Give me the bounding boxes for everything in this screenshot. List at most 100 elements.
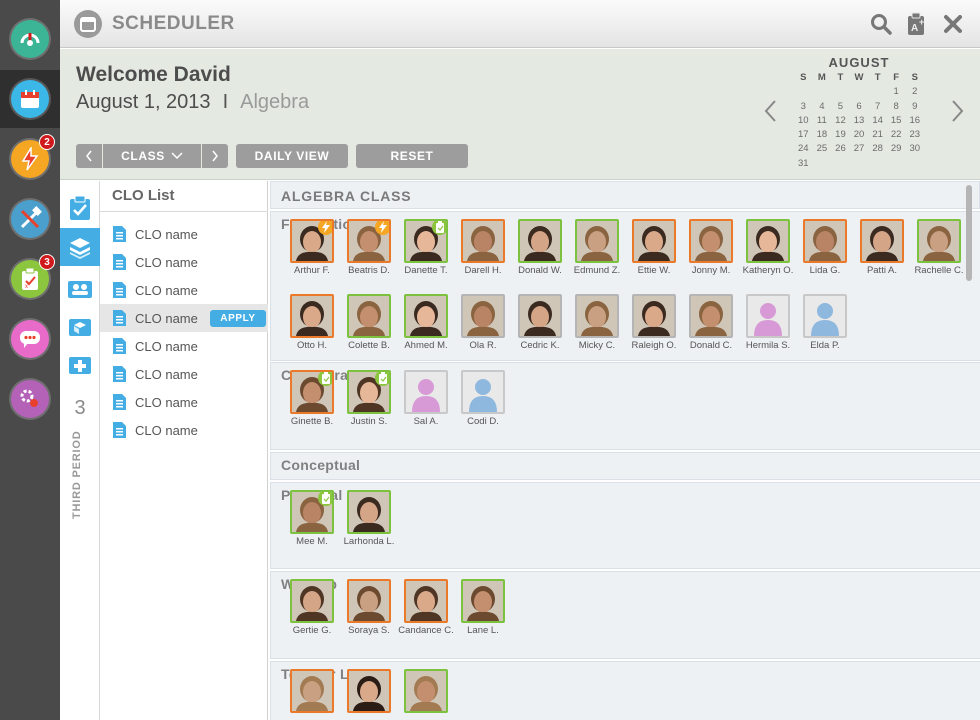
student-card[interactable]: Codi D. bbox=[455, 370, 511, 427]
calendar-day[interactable]: 28 bbox=[868, 142, 887, 156]
calendar-day[interactable]: 21 bbox=[868, 128, 887, 142]
calendar-day[interactable]: 27 bbox=[850, 142, 869, 156]
student-card[interactable] bbox=[284, 669, 340, 713]
calendar-day[interactable]: 18 bbox=[813, 128, 832, 142]
calendar-day[interactable]: 11 bbox=[813, 114, 832, 128]
student-card[interactable] bbox=[398, 669, 454, 713]
calendar-day[interactable]: 29 bbox=[887, 142, 906, 156]
calendar-next-button[interactable] bbox=[948, 97, 968, 125]
student-card[interactable]: Micky C. bbox=[569, 294, 625, 351]
next-class-button[interactable] bbox=[202, 144, 228, 168]
clo-list-item[interactable]: CLO name bbox=[100, 220, 268, 248]
student-card[interactable]: Darell H. bbox=[455, 219, 511, 276]
calendar-day[interactable]: 26 bbox=[831, 142, 850, 156]
student-card[interactable]: Gertie G. bbox=[284, 579, 340, 636]
group-button[interactable] bbox=[60, 269, 100, 307]
calendar-day[interactable]: 24 bbox=[794, 142, 813, 156]
student-card[interactable]: Katheryn O. bbox=[740, 219, 796, 276]
rail-button-clipboard[interactable]: x3 bbox=[0, 250, 60, 308]
calendar-day[interactable]: 25 bbox=[813, 142, 832, 156]
calendar-day[interactable]: 6 bbox=[850, 100, 869, 114]
calendar-day[interactable]: 30 bbox=[905, 142, 924, 156]
prev-class-button[interactable] bbox=[76, 144, 102, 168]
clo-list-item[interactable]: CLO name bbox=[100, 332, 268, 360]
search-icon[interactable] bbox=[868, 11, 894, 37]
calendar-day[interactable]: 19 bbox=[831, 128, 850, 142]
student-card[interactable]: Edmund Z. bbox=[569, 219, 625, 276]
student-card[interactable]: Elda P. bbox=[797, 294, 853, 351]
student-card[interactable]: Mee M. bbox=[284, 490, 340, 547]
rail-button-gauge[interactable] bbox=[0, 10, 60, 68]
close-icon[interactable] bbox=[940, 11, 966, 37]
calendar-day[interactable]: 15 bbox=[887, 114, 906, 128]
calendar-day[interactable]: 20 bbox=[850, 128, 869, 142]
student-name: Justin S. bbox=[350, 416, 388, 427]
student-card[interactable]: Lida G. bbox=[797, 219, 853, 276]
student-card[interactable] bbox=[341, 669, 397, 713]
student-card[interactable]: Rachelle C. bbox=[911, 219, 967, 276]
student-card[interactable]: Ola R. bbox=[455, 294, 511, 351]
calendar-day[interactable]: 23 bbox=[905, 128, 924, 142]
rail-button-settings[interactable] bbox=[0, 370, 60, 428]
student-card[interactable]: Sal A. bbox=[398, 370, 454, 427]
calendar-day[interactable]: 5 bbox=[831, 100, 850, 114]
daily-view-button[interactable]: DAILY VIEW bbox=[236, 144, 348, 168]
student-card[interactable]: Raleigh O. bbox=[626, 294, 682, 351]
student-card[interactable]: Donald C. bbox=[683, 294, 739, 351]
reset-button[interactable]: RESET bbox=[356, 144, 468, 168]
clo-list-item[interactable]: CLO name bbox=[100, 388, 268, 416]
calendar-day[interactable]: 2 bbox=[905, 85, 924, 99]
student-card[interactable]: Colette B. bbox=[341, 294, 397, 351]
calendar-day[interactable]: 8 bbox=[887, 100, 906, 114]
clo-list-item[interactable]: CLO name bbox=[100, 248, 268, 276]
student-card[interactable]: Jonny M. bbox=[683, 219, 739, 276]
calendar-day[interactable]: 17 bbox=[794, 128, 813, 142]
calendar-day[interactable]: 31 bbox=[794, 157, 813, 171]
student-card[interactable]: Otto H. bbox=[284, 294, 340, 351]
calendar-day[interactable]: 12 bbox=[831, 114, 850, 128]
student-card[interactable]: Danette T. bbox=[398, 219, 454, 276]
student-card[interactable]: Beatris D. bbox=[341, 219, 397, 276]
calendar-day[interactable]: 22 bbox=[887, 128, 906, 142]
box-button[interactable] bbox=[60, 307, 100, 345]
student-card[interactable]: Arthur F. bbox=[284, 219, 340, 276]
student-card[interactable]: Lane L. bbox=[455, 579, 511, 636]
clo-list-item[interactable]: CLO name bbox=[100, 416, 268, 444]
student-card[interactable]: Justin S. bbox=[341, 370, 397, 427]
student-card[interactable]: Hermila S. bbox=[740, 294, 796, 351]
class-dropdown[interactable]: CLASS bbox=[103, 144, 201, 168]
calendar-day[interactable]: 14 bbox=[868, 114, 887, 128]
grade-clipboard-icon[interactable]: A + bbox=[904, 11, 930, 37]
scrollbar[interactable] bbox=[966, 185, 972, 281]
rail-button-chat[interactable] bbox=[0, 310, 60, 368]
student-card[interactable]: Ahmed M. bbox=[398, 294, 454, 351]
student-card[interactable]: Ettie W. bbox=[626, 219, 682, 276]
calendar-prev-button[interactable] bbox=[760, 97, 780, 125]
clo-list-item[interactable]: CLO name bbox=[100, 276, 268, 304]
add-button[interactable] bbox=[60, 345, 100, 383]
student-card[interactable]: Ginette B. bbox=[284, 370, 340, 427]
student-card[interactable]: Patti A. bbox=[854, 219, 910, 276]
calendar-day[interactable]: 9 bbox=[905, 100, 924, 114]
student-card[interactable]: Soraya S. bbox=[341, 579, 397, 636]
calendar-day[interactable]: 1 bbox=[887, 85, 906, 99]
student-card[interactable]: Larhonda L. bbox=[341, 490, 397, 547]
student-photo bbox=[347, 370, 391, 414]
rail-button-calendar[interactable] bbox=[0, 70, 60, 128]
attendance-button[interactable] bbox=[60, 189, 100, 227]
calendar-day[interactable]: 3 bbox=[794, 100, 813, 114]
calendar-day[interactable]: 7 bbox=[868, 100, 887, 114]
rail-button-tools[interactable] bbox=[0, 190, 60, 248]
student-card[interactable]: Donald W. bbox=[512, 219, 568, 276]
clo-list-item[interactable]: CLO name APPLY bbox=[100, 304, 268, 332]
calendar-day[interactable]: 4 bbox=[813, 100, 832, 114]
calendar-day[interactable]: 16 bbox=[905, 114, 924, 128]
student-card[interactable]: Candance C. bbox=[398, 579, 454, 636]
student-card[interactable]: Cedric K. bbox=[512, 294, 568, 351]
apply-button[interactable]: APPLY bbox=[210, 310, 266, 327]
calendar-day[interactable]: 13 bbox=[850, 114, 869, 128]
clo-list-button[interactable] bbox=[60, 228, 100, 266]
rail-button-lightning[interactable]: 2 bbox=[0, 130, 60, 188]
clo-list-item[interactable]: CLO name bbox=[100, 360, 268, 388]
calendar-day[interactable]: 10 bbox=[794, 114, 813, 128]
